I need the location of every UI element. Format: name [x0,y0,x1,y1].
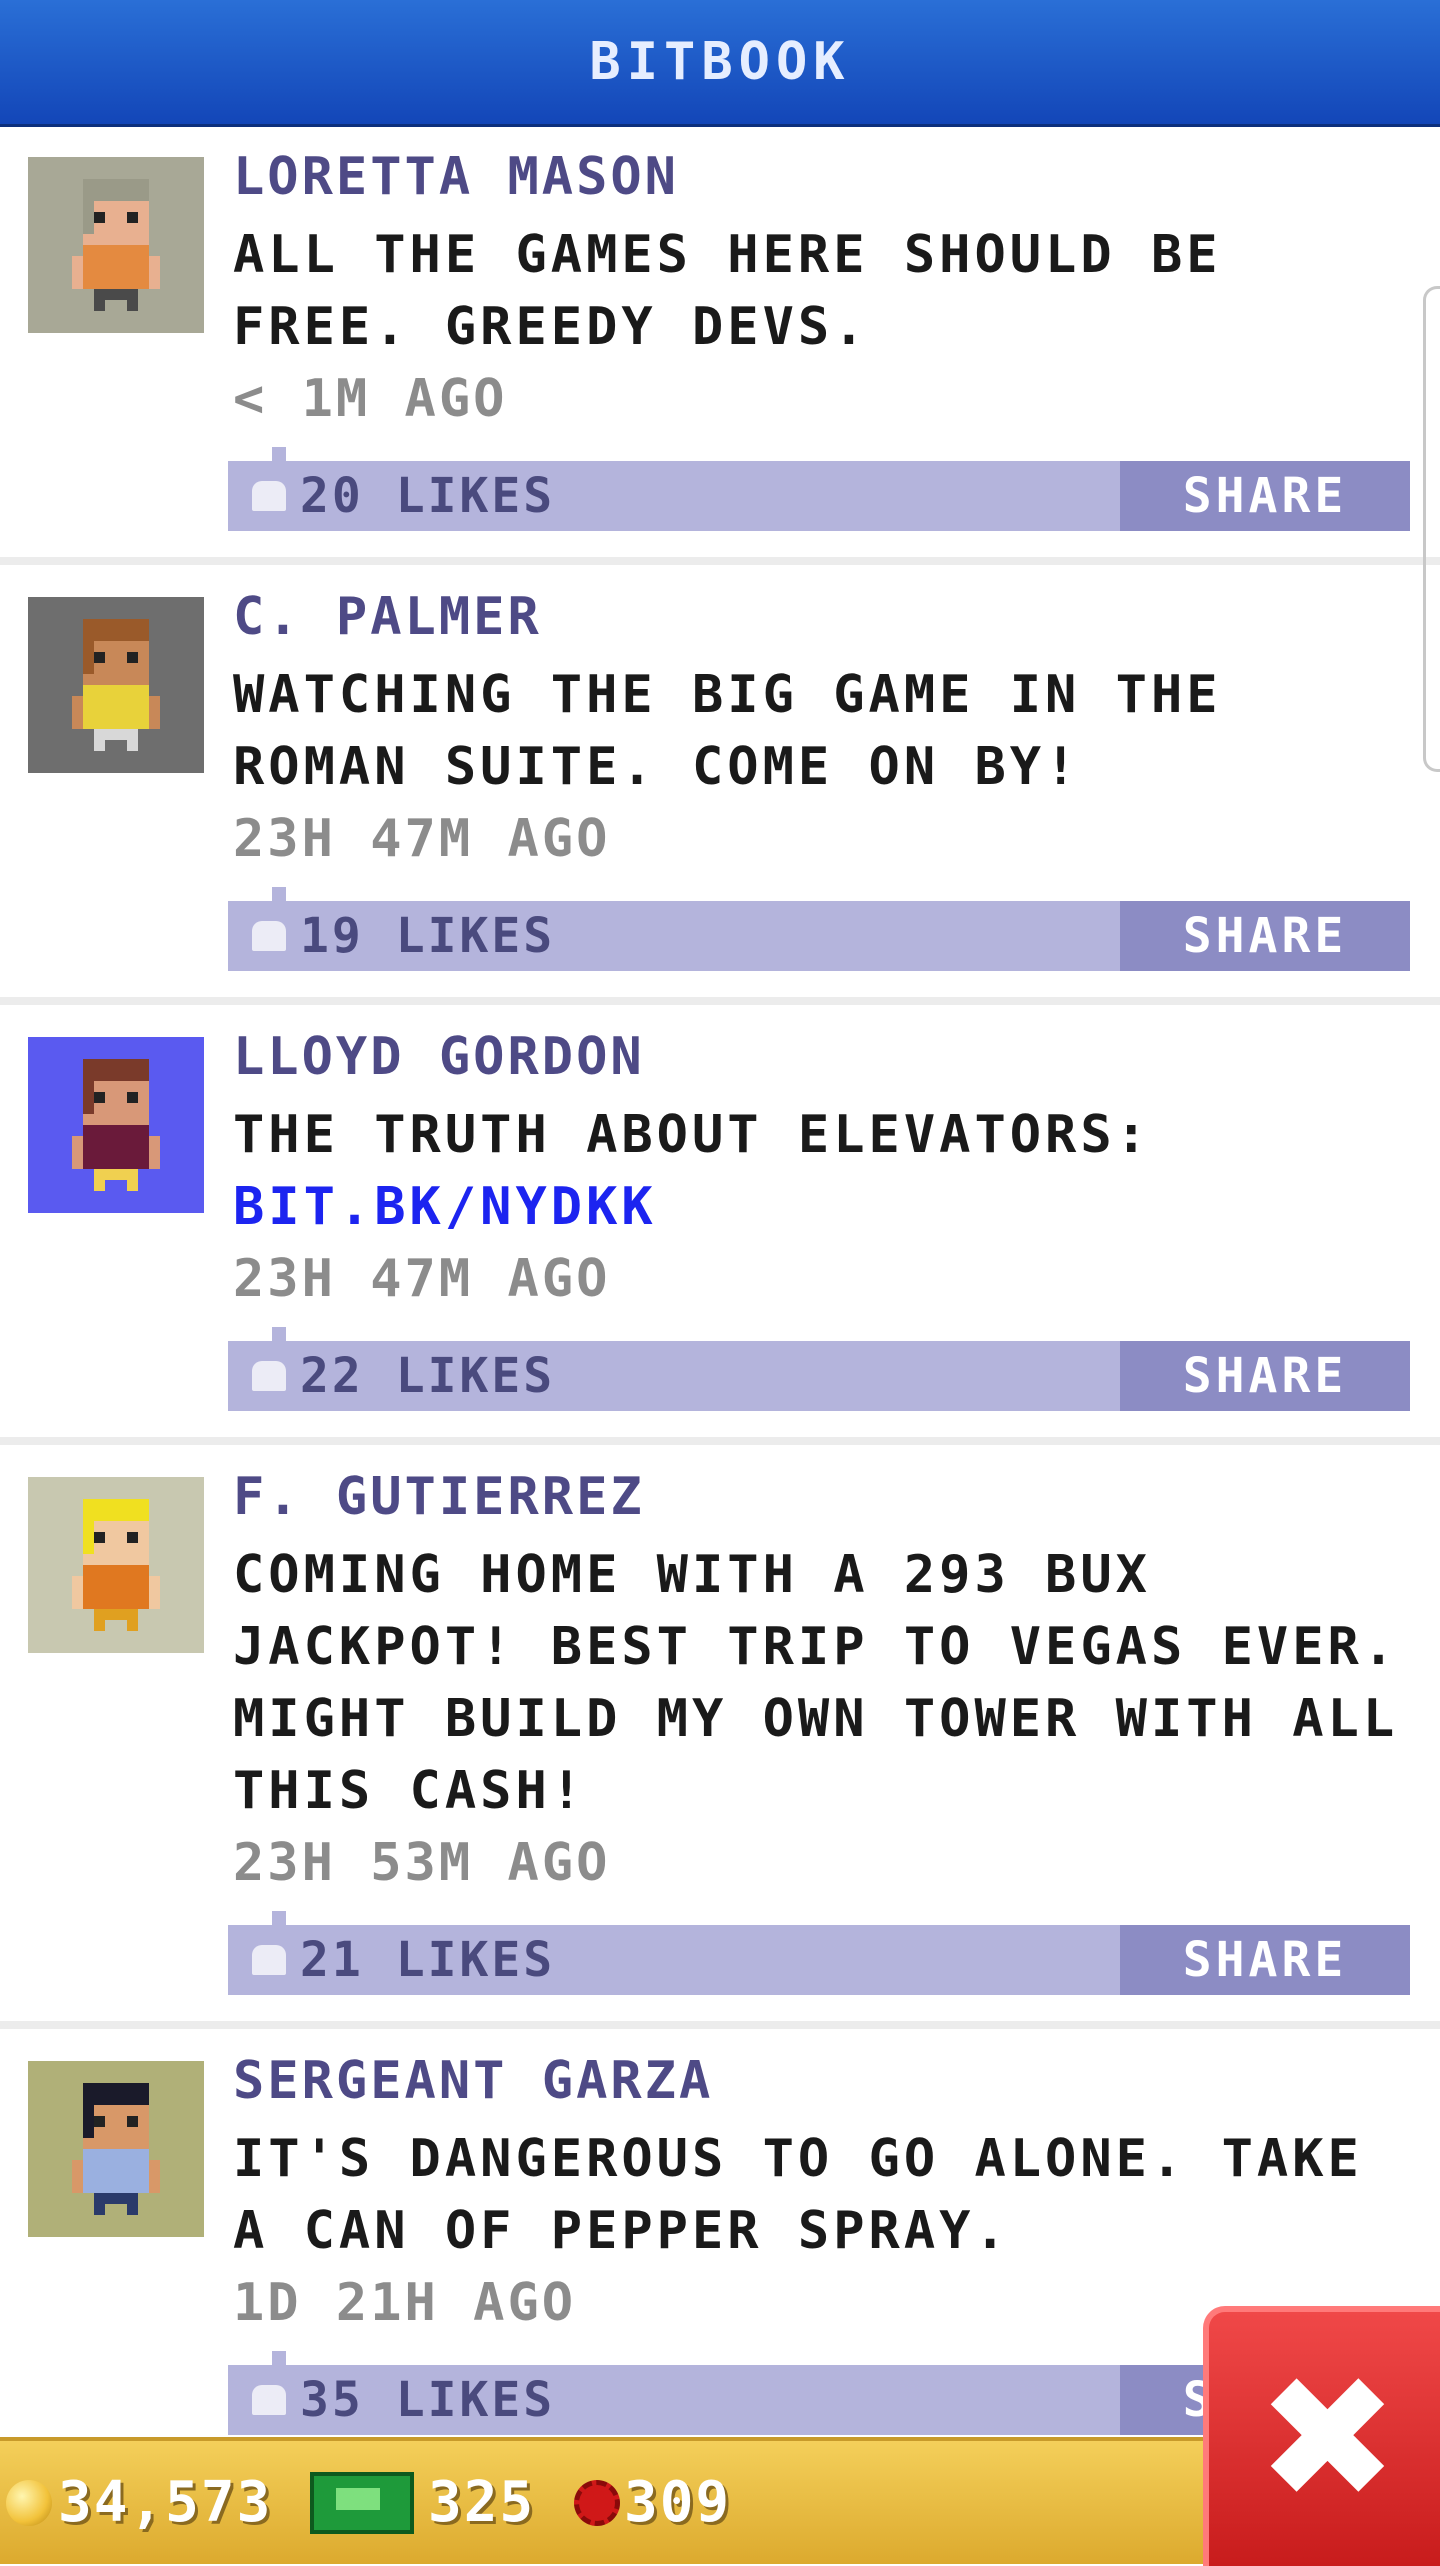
like-bar-notch [272,447,286,461]
post-body: THE TRUTH ABOUT ELEVATORS: BIT.BK/NYDKK … [233,1099,1433,1315]
avatar[interactable] [28,2061,204,2237]
like-button[interactable]: 22 LIKES [252,1341,555,1411]
post-author[interactable]: LORETTA MASON [233,151,679,203]
avatar-image [28,157,204,333]
like-button[interactable]: 19 LIKES [252,901,555,971]
like-button[interactable]: 20 LIKES [252,461,555,531]
avatar[interactable] [28,1037,204,1213]
like-button[interactable]: 21 LIKES [252,1925,555,1995]
post-message: ALL THE GAMES HERE SHOULD BE FREE. GREED… [233,225,1222,357]
like-bar: 19 LIKES SHARE [228,887,1410,971]
scrollbar[interactable] [1423,286,1440,772]
share-button[interactable]: SHARE [1120,1341,1410,1411]
post-message: WATCHING THE BIG GAME IN THE ROMAN SUITE… [233,665,1222,797]
avatar[interactable] [28,157,204,333]
share-button[interactable]: SHARE [1120,461,1410,531]
post-timestamp: 23H 47M AGO [233,1249,611,1309]
coins-display: 34,573 [6,2441,272,2564]
close-icon: ✖ [1256,2340,1399,2538]
like-button[interactable]: 35 LIKES [252,2365,555,2435]
post-link[interactable]: BIT.BK/NYDKK [233,1171,1433,1243]
divider [0,1437,1440,1445]
post-timestamp: 23H 53M AGO [233,1833,611,1893]
like-bar: 20 LIKES SHARE [228,447,1410,531]
post-card: LLOYD GORDON THE TRUTH ABOUT ELEVATORS: … [0,1007,1440,1447]
thumbs-up-icon [252,921,286,951]
share-button[interactable]: SHARE [1120,901,1410,971]
post-author[interactable]: SERGEANT GARZA [233,2055,713,2107]
bux-count: 325 [428,2470,536,2535]
share-button[interactable]: SHARE [1120,1925,1410,1995]
like-bar-notch [272,2351,286,2365]
like-bar-notch [272,887,286,901]
post-message: THE TRUTH ABOUT ELEVATORS: [233,1105,1151,1165]
post-timestamp: 23H 47M AGO [233,809,611,869]
post-card: F. GUTIERREZ COMING HOME WITH A 293 BUX … [0,1447,1440,2031]
bux-icon [310,2471,414,2534]
like-count: 19 LIKES [300,908,556,964]
thumbs-up-icon [252,481,286,511]
post-message: IT'S DANGEROUS TO GO ALONE. TAKE A CAN O… [233,2129,1363,2261]
like-count: 21 LIKES [300,1932,556,1988]
gem-icon [574,2479,620,2526]
page-title: BITBOOK [589,32,851,92]
post-timestamp: < 1M AGO [233,369,508,429]
bux-display: 325 [310,2441,535,2564]
like-count: 35 LIKES [300,2372,556,2428]
post-card: LORETTA MASON ALL THE GAMES HERE SHOULD … [0,127,1440,567]
like-count: 20 LIKES [300,468,556,524]
thumbs-up-icon [252,2385,286,2415]
coins-count: 34,573 [58,2470,273,2535]
gems-display: 309 [574,2441,731,2564]
post-author[interactable]: F. GUTIERREZ [233,1471,645,1523]
app-header: BITBOOK [0,0,1440,127]
avatar-image [28,1477,204,1653]
avatar[interactable] [28,1477,204,1653]
coin-icon [6,2479,52,2526]
post-body: COMING HOME WITH A 293 BUX JACKPOT! BEST… [233,1539,1433,1899]
post-card: C. PALMER WATCHING THE BIG GAME IN THE R… [0,567,1440,1007]
post-author[interactable]: C. PALMER [233,591,542,643]
avatar[interactable] [28,597,204,773]
like-bar-notch [272,1911,286,1925]
close-button[interactable]: ✖ [1203,2306,1440,2566]
gems-count: 309 [624,2470,732,2535]
like-bar: 21 LIKES SHARE [228,1911,1410,1995]
avatar-image [28,597,204,773]
thumbs-up-icon [252,1945,286,1975]
post-message: COMING HOME WITH A 293 BUX JACKPOT! BEST… [233,1545,1399,1821]
like-count: 22 LIKES [300,1348,556,1404]
post-body: WATCHING THE BIG GAME IN THE ROMAN SUITE… [233,659,1433,875]
divider [0,997,1440,1005]
avatar-image [28,2061,204,2237]
like-bar: 22 LIKES SHARE [228,1327,1410,1411]
avatar-image [28,1037,204,1213]
divider [0,2021,1440,2029]
post-body: ALL THE GAMES HERE SHOULD BE FREE. GREED… [233,219,1433,435]
post-author[interactable]: LLOYD GORDON [233,1031,645,1083]
like-bar-notch [272,1327,286,1341]
thumbs-up-icon [252,1361,286,1391]
divider [0,557,1440,565]
